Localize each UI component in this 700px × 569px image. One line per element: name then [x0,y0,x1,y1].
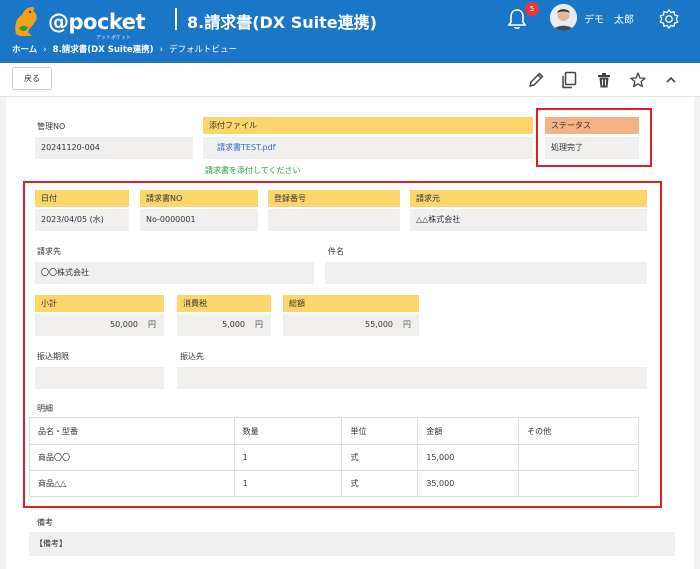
total-field[interactable]: 55,000 円 [283,314,419,336]
tax-label: 消費税 [177,295,271,312]
tax-value: 5,000 [222,320,245,329]
subject-label: 件名 [328,247,344,256]
breadcrumb: ホーム › 8.請求書(DX Suite連携) › デフォルトビュー [12,45,237,55]
table-row[interactable]: 商品△△ 1 式 35,000 [29,470,639,497]
attachment-field[interactable]: 請求書TEST.pdf [203,137,533,159]
subtotal-label: 小計 [35,295,164,312]
cell-amount[interactable]: 35,000 [417,470,520,497]
cell-quantity[interactable]: 1 [233,444,343,471]
app-title: 8.請求書(DX Suite連携) [187,13,377,32]
details-table: 品名・型番 数量 単位 金額 その他 商品〇〇 1 式 15,000 商品△△ … [29,417,639,497]
column-header-quantity: 数量 [233,417,343,445]
date-field[interactable]: 2023/04/05 (水) [35,209,129,231]
total-value: 55,000 [365,320,393,329]
record-toolbar: 戻る [0,63,700,97]
gear-icon[interactable] [658,8,680,30]
total-label: 総額 [283,295,419,312]
invoice-no-field[interactable]: No-0000001 [140,209,258,231]
cell-unit[interactable]: 式 [341,470,419,497]
column-header-other: その他 [518,417,639,445]
subtotal-unit: 円 [148,320,156,329]
column-header-amount: 金額 [417,417,520,445]
attachment-note: 請求書を添付してください [205,166,301,175]
breadcrumb-home[interactable]: ホーム [12,45,37,55]
subtotal-value: 50,000 [110,320,138,329]
mgmt-no-label: 管理NO [37,122,66,131]
copy-icon[interactable] [560,71,578,89]
notes-label: 備考 [37,518,53,527]
cell-item[interactable]: 商品〇〇 [29,444,235,471]
kangaroo-mascot-icon [15,7,37,36]
due-date-field[interactable] [35,367,164,389]
issuer-field[interactable]: △△株式会社 [410,209,647,231]
table-row[interactable]: 商品〇〇 1 式 15,000 [29,444,639,471]
attachment-file-link[interactable]: 請求書TEST.pdf [217,143,275,152]
due-date-label: 振込期限 [37,352,69,361]
breadcrumb-view: デフォルトビュー [168,45,237,55]
recipient-field[interactable]: 〇〇株式会社 [35,262,314,284]
column-header-unit: 単位 [341,417,419,445]
recipient-label: 請求先 [37,247,61,256]
logo-text: @pocket [48,10,146,34]
status-field[interactable]: 処理完了 [545,137,639,159]
user-name[interactable]: デモ 太郎 [584,11,634,26]
back-button[interactable]: 戻る [12,67,52,90]
table-header-row: 品名・型番 数量 単位 金額 その他 [29,417,639,445]
subtotal-field[interactable]: 50,000 円 [35,314,164,336]
invoice-no-label: 請求書NO [140,190,258,207]
app-logo[interactable]: @pocket アットポケット [10,4,170,41]
cell-unit[interactable]: 式 [341,444,419,471]
issuer-label: 請求元 [410,190,647,207]
notes-field[interactable]: 【備考】 [29,532,675,556]
attachment-label: 添付ファイル [203,117,533,134]
breadcrumb-app[interactable]: 8.請求書(DX Suite連携) [53,45,154,55]
app-header: @pocket アットポケット 8.請求書(DX Suite連携) 5 デモ 太… [0,0,700,63]
payee-field[interactable] [177,367,647,389]
registration-no-field[interactable] [268,209,400,231]
cell-other[interactable] [518,470,639,497]
logo-subtext: アットポケット [96,35,132,41]
registration-no-label: 登録番号 [268,190,400,207]
details-label: 明細 [37,404,53,413]
cell-quantity[interactable]: 1 [233,470,343,497]
cell-item[interactable]: 商品△△ [29,470,235,497]
payee-label: 振込先 [180,352,204,361]
star-icon[interactable] [629,71,647,89]
avatar[interactable] [550,4,577,31]
status-label: ステータス [545,117,639,134]
column-header-item: 品名・型番 [29,417,235,445]
date-label: 日付 [35,190,129,207]
cell-other[interactable] [518,444,639,471]
trash-icon[interactable] [595,71,613,89]
total-unit: 円 [403,320,411,329]
title-divider [175,8,177,30]
page-gutter-right [694,97,700,569]
notification-badge: 5 [525,2,539,16]
chevron-up-icon[interactable] [662,71,680,89]
tax-field[interactable]: 5,000 円 [177,314,271,336]
mgmt-no-field[interactable]: 20241120-004 [35,137,193,159]
user-photo-icon [550,4,577,31]
subject-field[interactable] [325,262,647,284]
tax-unit: 円 [255,320,263,329]
cell-amount[interactable]: 15,000 [417,444,520,471]
pencil-icon[interactable] [527,71,545,89]
